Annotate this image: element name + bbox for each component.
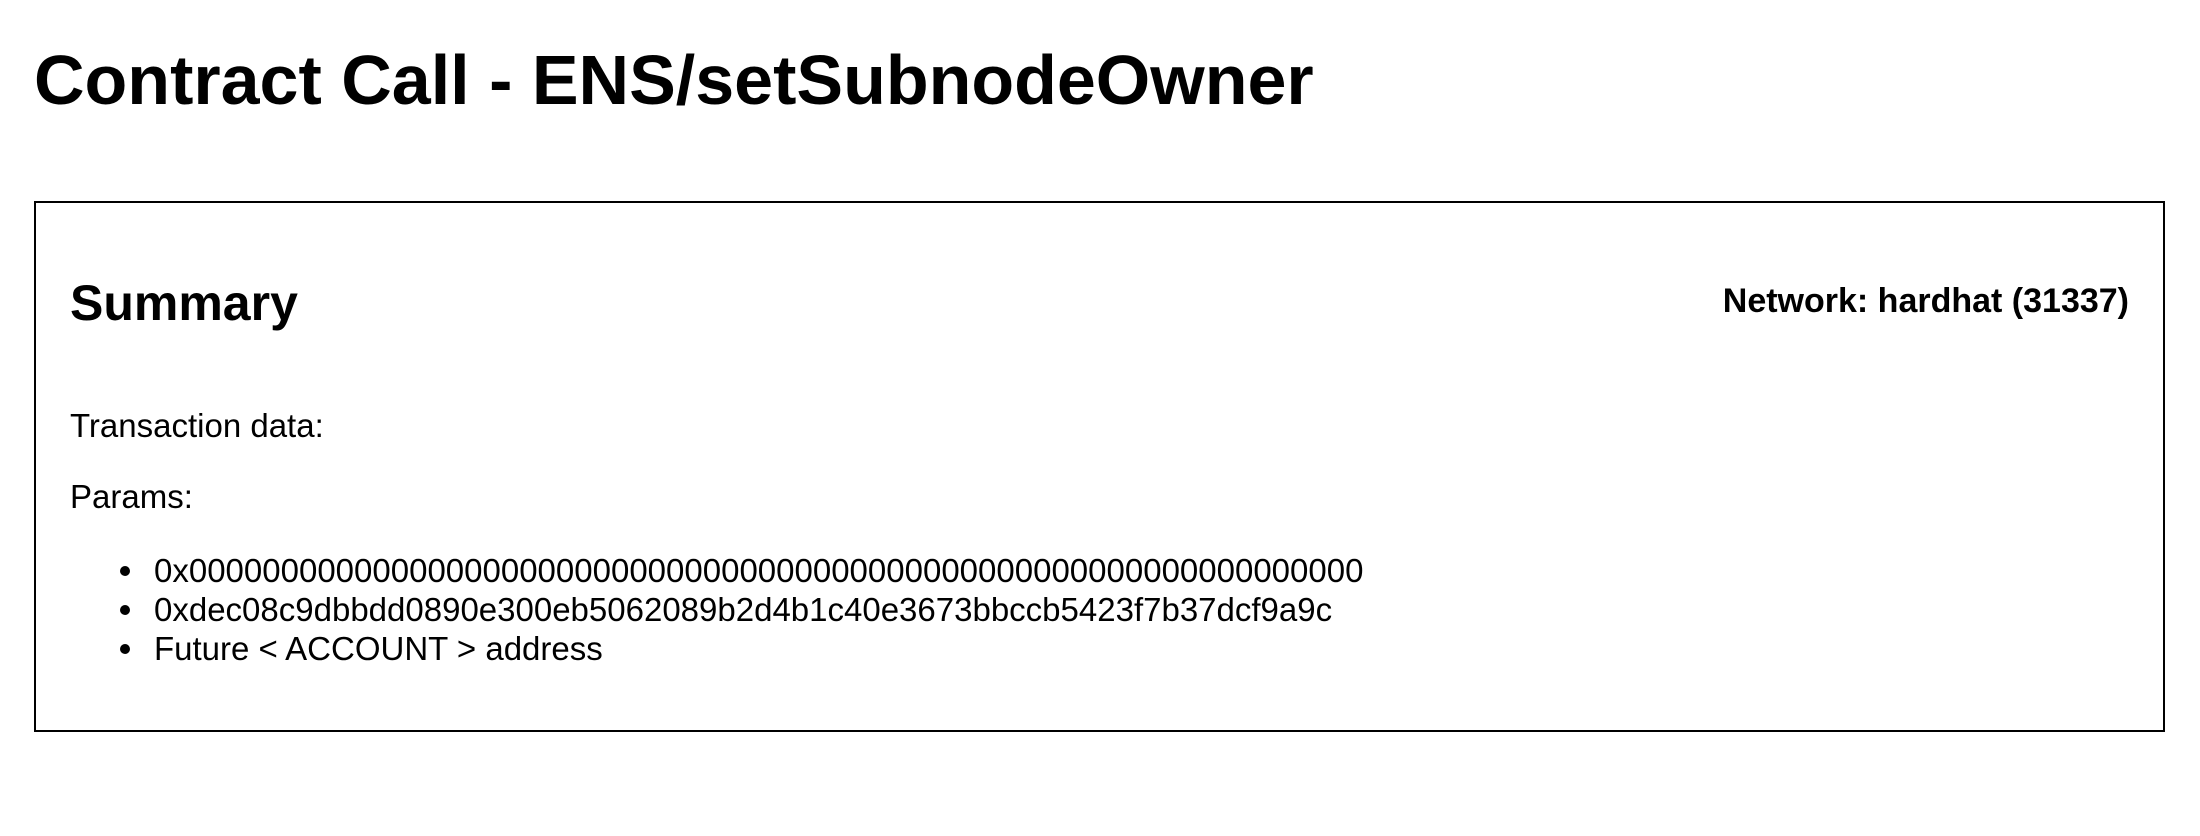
- bullet-icon: [120, 566, 130, 576]
- summary-panel: Summary Network: hardhat (31337) Transac…: [34, 201, 2165, 732]
- params-label: Params:: [70, 478, 193, 515]
- bullet-icon: [120, 605, 130, 615]
- param-value: 0x00000000000000000000000000000000000000…: [154, 552, 1364, 589]
- params-list: 0x00000000000000000000000000000000000000…: [120, 551, 1363, 668]
- param-item: 0xdec08c9dbbdd0890e300eb5062089b2d4b1c40…: [120, 590, 1363, 629]
- bullet-icon: [120, 644, 130, 654]
- summary-title: Summary: [70, 275, 298, 331]
- param-value: 0xdec08c9dbbdd0890e300eb5062089b2d4b1c40…: [154, 591, 1333, 628]
- page-title: Contract Call - ENS/setSubnodeOwner: [34, 41, 1314, 119]
- param-item: 0x00000000000000000000000000000000000000…: [120, 551, 1363, 590]
- param-value: Future < ACCOUNT > address: [154, 630, 603, 667]
- param-item: Future < ACCOUNT > address: [120, 629, 1363, 668]
- network-label: Network: hardhat (31337): [1722, 282, 2129, 320]
- transaction-data-label: Transaction data:: [70, 407, 324, 444]
